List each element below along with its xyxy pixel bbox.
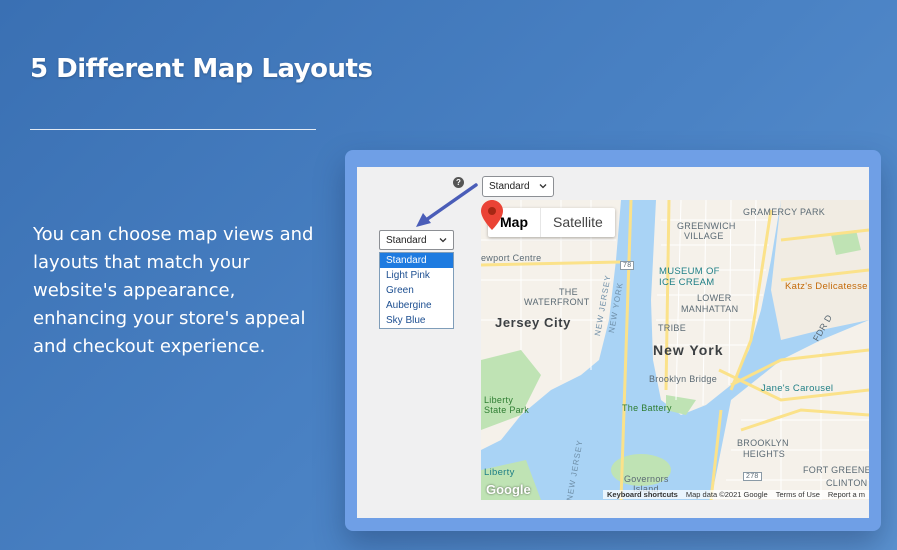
map-label-route-278: 278 bbox=[743, 472, 762, 481]
map-label-museum-1: MUSEUM OF bbox=[659, 266, 720, 277]
settings-panel: ? Standard Standard Standard Light Pink … bbox=[357, 167, 869, 518]
map-label-governors-1: Governors bbox=[624, 474, 669, 484]
map-style-select[interactable]: Standard bbox=[482, 176, 554, 197]
layout-option-green[interactable]: Green bbox=[380, 283, 453, 298]
layout-option-sky-blue[interactable]: Sky Blue bbox=[380, 313, 453, 328]
layout-dropdown-list: Standard Light Pink Green Aubergine Sky … bbox=[379, 252, 454, 329]
map-label-brooklyn-2: HEIGHTS bbox=[743, 449, 786, 459]
page-title: 5 Different Map Layouts bbox=[30, 54, 373, 84]
layout-select-value: Standard bbox=[386, 235, 427, 246]
map-label-lower: LOWER bbox=[697, 293, 732, 303]
map-label-port: ewport Centre bbox=[481, 253, 542, 263]
layout-option-standard[interactable]: Standard bbox=[380, 253, 453, 268]
map-label-katz: Katz's Delicatesse bbox=[785, 281, 868, 292]
map-style-select-value: Standard bbox=[489, 181, 530, 192]
map-label-gramercy: GRAMERCY PARK bbox=[743, 207, 826, 217]
map-label-museum-2: ICE CREAM bbox=[659, 277, 715, 288]
pointer-arrow bbox=[416, 183, 478, 227]
map-label-manhattan: MANHATTAN bbox=[681, 304, 739, 314]
map-label-fort-greene: FORT GREENE bbox=[803, 465, 869, 475]
map-label-greenwich: GREENWICH bbox=[677, 221, 736, 231]
report-link[interactable]: Report a m bbox=[823, 490, 869, 499]
map-label-waterfront: WATERFRONT bbox=[524, 297, 590, 307]
layout-option-aubergine[interactable]: Aubergine bbox=[380, 298, 453, 313]
map-label-janes: Jane's Carousel bbox=[761, 383, 834, 394]
map-label-clinton: CLINTON bbox=[826, 478, 868, 488]
map-type-toggle: Map Satellite bbox=[488, 208, 615, 237]
map-label-brooklyn-bridge: Brooklyn Bridge bbox=[649, 374, 718, 384]
map-label-brooklyn-1: BROOKLYN bbox=[737, 438, 789, 448]
chevron-down-icon bbox=[439, 238, 447, 243]
map-label-the-battery: The Battery bbox=[622, 403, 672, 413]
feature-description: You can choose map views and layouts tha… bbox=[33, 224, 314, 357]
map-label-jersey-city: Jersey City bbox=[495, 315, 571, 330]
map-label-new-york: New York bbox=[653, 342, 724, 358]
terms-link[interactable]: Terms of Use bbox=[771, 490, 824, 499]
satellite-tab[interactable]: Satellite bbox=[540, 208, 615, 237]
map-label-liberty-island: Liberty bbox=[484, 467, 515, 478]
chevron-down-icon bbox=[539, 184, 547, 189]
location-pin-icon[interactable] bbox=[481, 200, 503, 230]
map-label-tribeca: TRIBE bbox=[658, 323, 687, 333]
map-label-route-78: 78 bbox=[620, 261, 635, 270]
keyboard-shortcuts-link[interactable]: Keyboard shortcuts bbox=[603, 490, 682, 499]
layout-option-light-pink[interactable]: Light Pink bbox=[380, 268, 453, 283]
map-data-text: Map data ©2021 Google bbox=[681, 490, 772, 499]
layout-select[interactable]: Standard bbox=[379, 230, 454, 250]
map-label-village: VILLAGE bbox=[684, 231, 724, 241]
map-preview[interactable]: Map Satellite GRAMERCY PARK GREENWICH VI… bbox=[481, 200, 869, 500]
map-label-liberty-state-2: State Park bbox=[484, 405, 530, 415]
title-divider bbox=[30, 129, 316, 130]
screenshot-card: ? Standard Standard Standard Light Pink … bbox=[345, 150, 881, 531]
map-label-the: THE bbox=[559, 287, 578, 297]
map-label-liberty-state-1: Liberty bbox=[484, 395, 514, 405]
map-footer: Keyboard shortcuts Map data ©2021 Google… bbox=[481, 489, 869, 500]
